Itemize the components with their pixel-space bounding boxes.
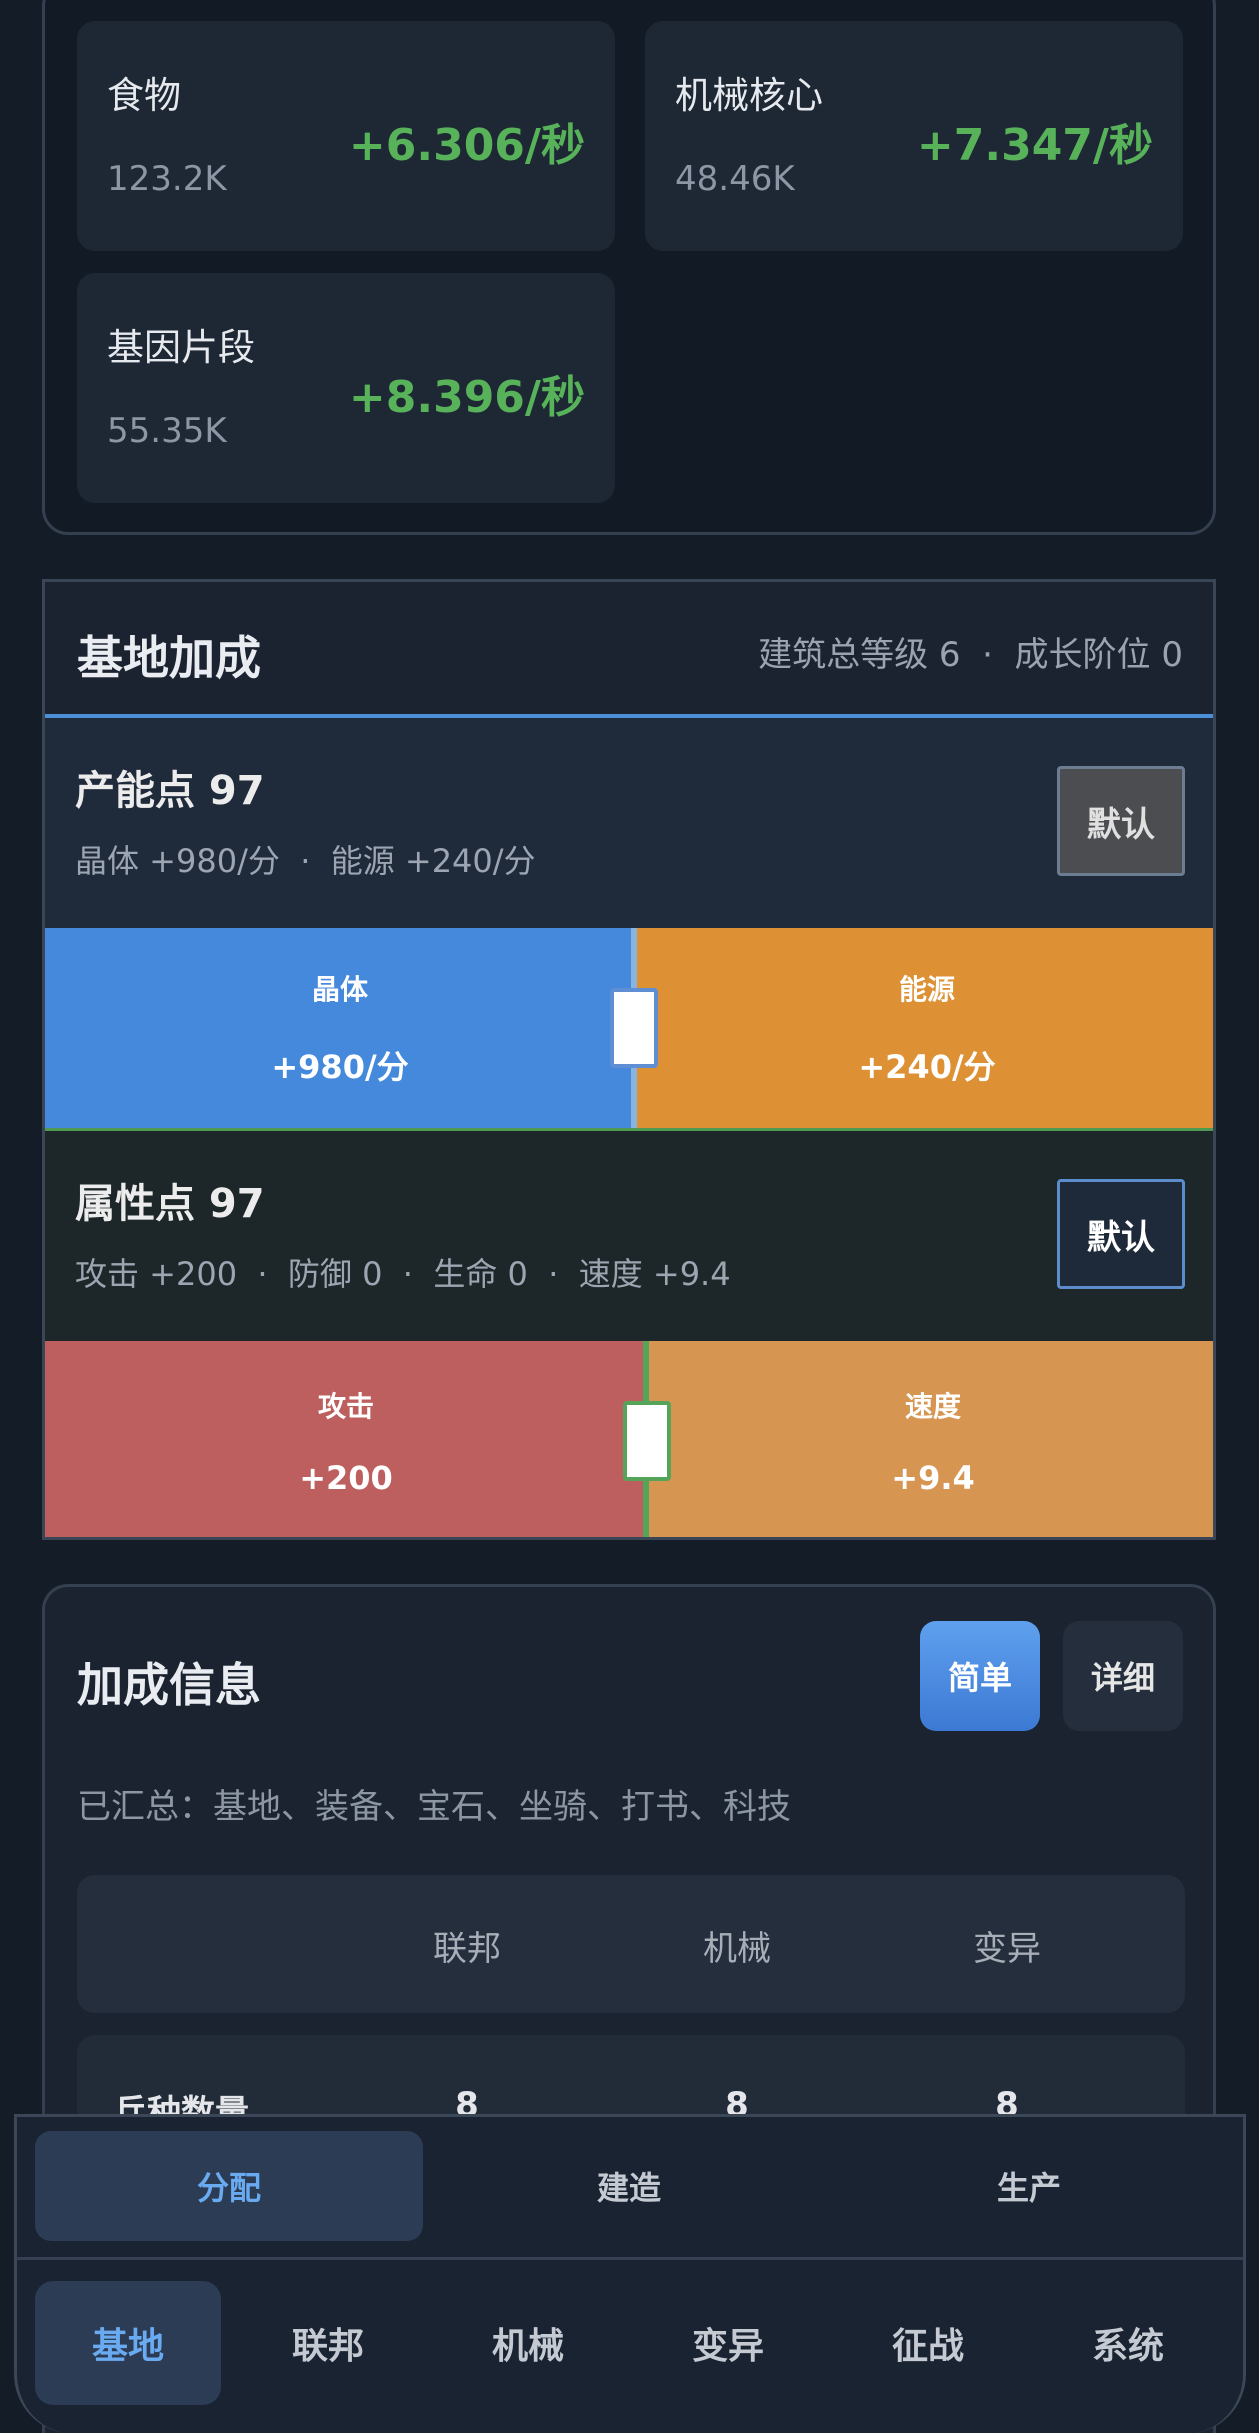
attribute-split-slider[interactable]: 攻击 +200 速度 +9.4 (45, 1341, 1213, 1537)
resource-panel: 食物 123.2K +6.306/秒 机械核心 48.46K +7.347/秒 … (42, 0, 1216, 535)
slider-handle[interactable] (623, 1401, 671, 1481)
simple-view-button[interactable]: 简单 (920, 1621, 1040, 1731)
detail-view-button[interactable]: 详细 (1063, 1621, 1183, 1731)
bonus-info-title: 加成信息 (77, 1658, 261, 1712)
nav-tab-system[interactable]: 系统 (1035, 2281, 1221, 2405)
attribute-title: 属性点 97 (75, 1181, 265, 1227)
bottom-navigation: 分配 建造 生产 基地 联邦 机械 变异 征战 系统 (14, 2114, 1246, 2433)
energy-label: 能源 (898, 973, 955, 1006)
attribute-default-button[interactable]: 默认 (1057, 1179, 1185, 1289)
resource-card-food: 食物 123.2K +6.306/秒 (77, 21, 615, 251)
resource-amount: 55.35K (107, 411, 227, 451)
resource-card-gene: 基因片段 55.35K +8.396/秒 (77, 273, 615, 503)
speed-value: +9.4 (891, 1459, 975, 1497)
resource-amount: 48.46K (675, 159, 795, 199)
attack-value: +200 (299, 1459, 393, 1497)
slider-handle[interactable] (610, 988, 658, 1068)
base-bonus-meta: 建筑总等级 6 · 成长阶位 0 (758, 635, 1183, 675)
production-split-slider[interactable]: 晶体 +980/分 能源 +240/分 (45, 928, 1213, 1128)
resource-card-mech-core: 机械核心 48.46K +7.347/秒 (645, 21, 1183, 251)
column-header: 联邦 (433, 1929, 501, 1969)
subtab-produce[interactable]: 生产 (835, 2131, 1223, 2241)
resource-amount: 123.2K (107, 159, 227, 199)
table-header: 联邦 机械 变异 (77, 1875, 1185, 2013)
subtab-build[interactable]: 建造 (435, 2131, 823, 2241)
attribute-summary: 攻击 +200 · 防御 0 · 生命 0 · 速度 +9.4 (75, 1255, 731, 1293)
nav-tab-campaign[interactable]: 征战 (835, 2281, 1021, 2405)
resource-name: 机械核心 (675, 74, 823, 117)
crystal-label: 晶体 (311, 973, 368, 1006)
resource-name: 食物 (107, 74, 181, 117)
divider (17, 2257, 1243, 2260)
crystal-value: +980/分 (271, 1048, 409, 1086)
speed-segment[interactable]: 速度 +9.4 (647, 1341, 1213, 1537)
base-bonus-panel: 基地加成 建筑总等级 6 · 成长阶位 0 产能点 97 晶体 +980/分 ·… (42, 579, 1216, 1540)
production-section: 产能点 97 晶体 +980/分 · 能源 +240/分 默认 (45, 718, 1213, 928)
bonus-info-summary: 已汇总：基地、装备、宝石、坐骑、打书、科技 (77, 1787, 791, 1827)
attack-segment[interactable]: 攻击 +200 (45, 1341, 647, 1537)
resource-rate: +7.347/秒 (916, 120, 1153, 171)
nav-tab-federation[interactable]: 联邦 (235, 2281, 421, 2405)
nav-tab-base[interactable]: 基地 (35, 2281, 221, 2405)
production-summary: 晶体 +980/分 · 能源 +240/分 (75, 842, 536, 880)
nav-tab-mech[interactable]: 机械 (435, 2281, 621, 2405)
attack-label: 攻击 (317, 1390, 374, 1423)
crystal-segment[interactable]: 晶体 +980/分 (45, 928, 635, 1128)
resource-rate: +6.306/秒 (348, 120, 585, 171)
column-header: 机械 (703, 1929, 771, 1969)
speed-label: 速度 (904, 1390, 961, 1423)
column-header: 变异 (973, 1929, 1041, 1969)
subtab-allocate[interactable]: 分配 (35, 2131, 423, 2241)
attribute-section: 属性点 97 攻击 +200 · 防御 0 · 生命 0 · 速度 +9.4 默… (45, 1131, 1213, 1341)
energy-value: +240/分 (858, 1048, 996, 1086)
energy-segment[interactable]: 能源 +240/分 (635, 928, 1213, 1128)
nav-tab-mutation[interactable]: 变异 (635, 2281, 821, 2405)
base-bonus-title: 基地加成 (77, 631, 261, 685)
resource-name: 基因片段 (107, 326, 255, 369)
production-title: 产能点 97 (75, 768, 265, 814)
resource-rate: +8.396/秒 (348, 372, 585, 423)
production-default-button[interactable]: 默认 (1057, 766, 1185, 876)
